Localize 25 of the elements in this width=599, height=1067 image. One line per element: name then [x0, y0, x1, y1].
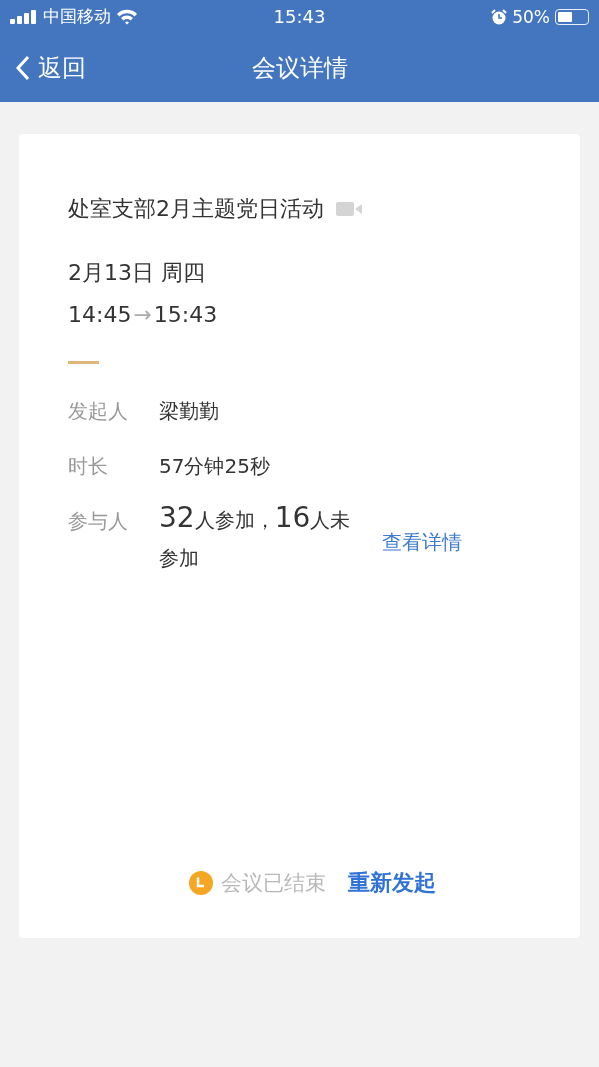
- meeting-status: 会议已结束: [220, 870, 326, 897]
- wifi-icon: [116, 8, 138, 25]
- field-value: 梁勤勤: [159, 398, 219, 425]
- field-label: 参与人: [68, 508, 129, 535]
- status-time: 15:43: [273, 6, 326, 27]
- field-label: 发起人: [68, 398, 129, 425]
- signal-icon: [10, 9, 38, 24]
- back-button[interactable]: 返回: [0, 51, 86, 84]
- arrow-icon: →: [133, 302, 152, 327]
- end-time: 15:43: [153, 302, 218, 327]
- start-time: 14:45: [68, 302, 132, 327]
- restart-button[interactable]: 重新发起: [347, 868, 436, 898]
- field-label: 时长: [68, 453, 109, 480]
- field-value: 57分钟25秒: [159, 453, 270, 480]
- battery-icon: [555, 8, 589, 25]
- clock-icon: [188, 871, 213, 895]
- alarm-icon: [491, 8, 508, 25]
- view-details-link[interactable]: 查看详情: [382, 529, 462, 556]
- battery-percent: 50%: [512, 6, 550, 27]
- meeting-date: 2月13日 周四: [68, 259, 206, 287]
- meeting-title: 处室支部2月主题党日活动: [68, 195, 324, 223]
- field-value: 32人参加，16人未参加: [159, 500, 352, 572]
- page-title: 会议详情: [251, 52, 348, 84]
- chevron-left-icon: [16, 54, 30, 81]
- carrier-name: 中国移动: [43, 5, 111, 28]
